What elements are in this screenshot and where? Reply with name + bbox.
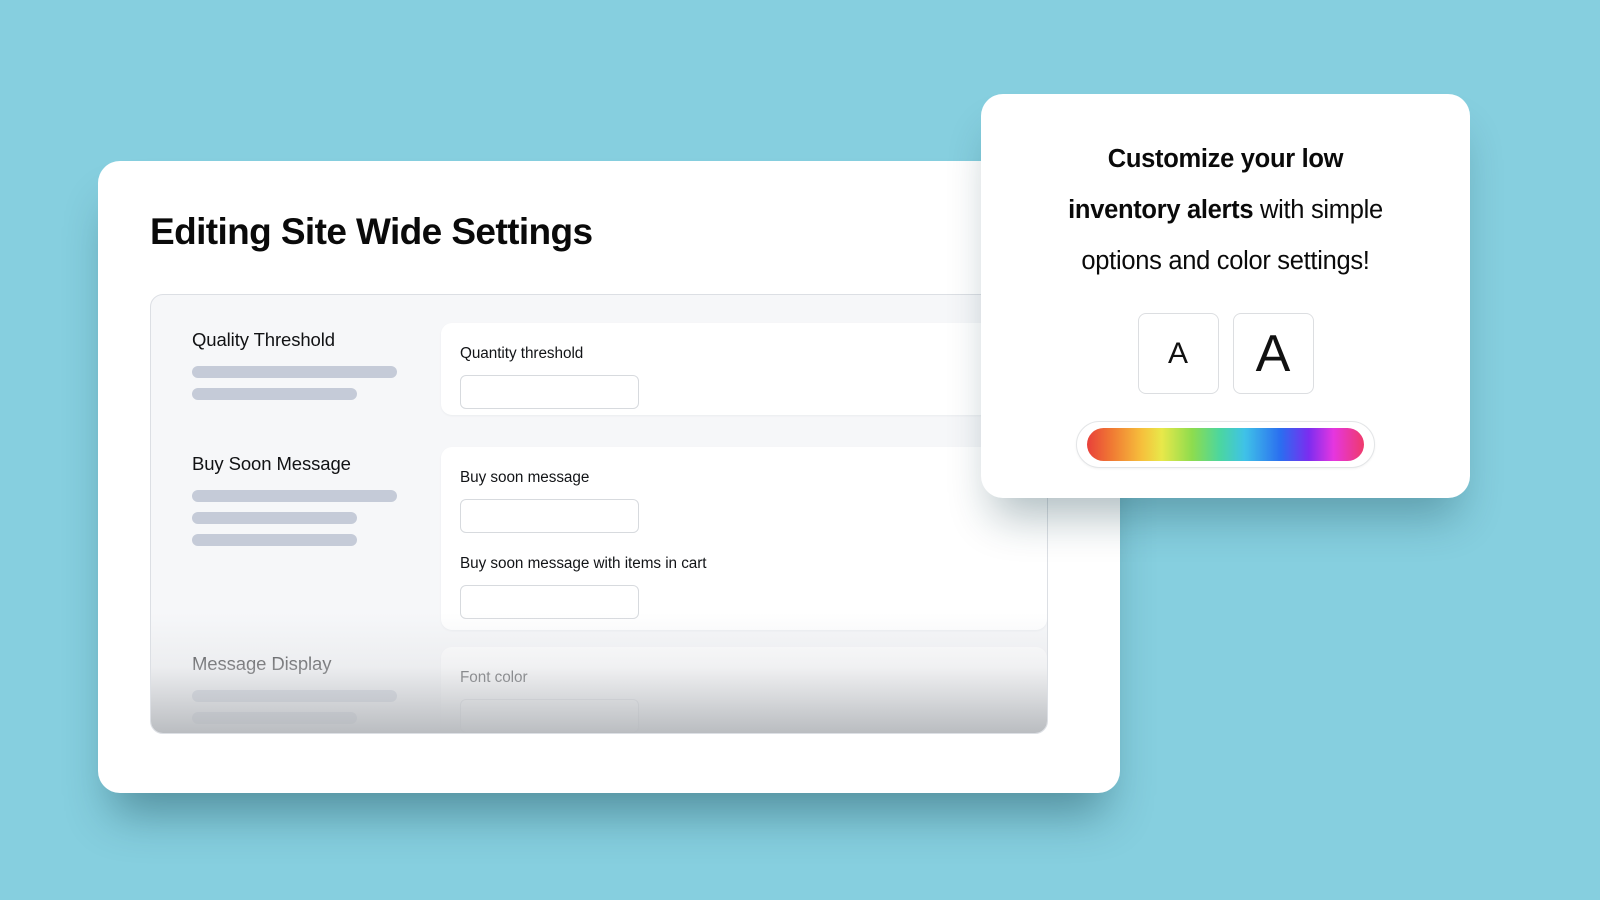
section-label-col: Message Display	[151, 647, 441, 733]
section-label-quality-threshold: Quality Threshold	[192, 329, 335, 350]
callout-heading-line1: Customize your low	[1107, 145, 1344, 173]
skeleton-bar	[192, 712, 357, 724]
page-title: Editing Site Wide Settings	[150, 211, 593, 252]
skeleton-bar	[192, 366, 397, 378]
color-picker-slider[interactable]	[1076, 421, 1375, 468]
settings-window-card: Editing Site Wide Settings Quality Thres…	[98, 161, 1120, 900]
settings-row-message-display: Message Display Font color	[151, 647, 1047, 733]
section-label-message-display: Message Display	[192, 653, 332, 674]
buy-soon-message-with-items-in-cart-input[interactable]	[460, 585, 639, 619]
field-label-buy-soon-message: Buy soon message	[460, 469, 590, 486]
skeleton-bar	[192, 690, 397, 702]
section-label-col: Buy Soon Message	[151, 447, 441, 630]
skeleton-bar	[192, 388, 357, 400]
settings-panel: Quality Threshold Quantity threshold Buy…	[150, 294, 1048, 734]
rainbow-gradient-icon[interactable]	[1087, 428, 1364, 461]
fields-card-buy-soon-message: Buy soon message Buy soon message with i…	[441, 447, 1047, 630]
settings-row-quality-threshold: Quality Threshold Quantity threshold	[151, 323, 1047, 415]
fields-card-message-display: Font color	[441, 647, 1047, 733]
skeleton-bar	[192, 490, 397, 502]
field-label-buy-soon-message-with-items-in-cart: Buy soon message with items in cart	[460, 555, 707, 572]
font-color-input[interactable]	[460, 699, 639, 733]
field-label-font-color: Font color	[460, 669, 528, 686]
font-size-buttons-group: A A	[1021, 313, 1430, 394]
field-label-quantity-threshold: Quantity threshold	[460, 345, 584, 362]
fields-card-quality-threshold: Quantity threshold	[441, 323, 1047, 415]
buy-soon-message-input[interactable]	[460, 499, 639, 533]
settings-row-buy-soon-message: Buy Soon Message Buy soon message Buy so…	[151, 447, 1047, 630]
section-label-col: Quality Threshold	[151, 323, 441, 415]
font-size-large-button[interactable]: A	[1232, 313, 1314, 394]
callout-heading: Customize your low inventory alerts with…	[1021, 134, 1430, 287]
font-size-small-button[interactable]: A	[1137, 313, 1219, 394]
callout-heading-line2-rest: with simple	[1253, 196, 1383, 224]
callout-heading-bold: inventory alerts	[1068, 196, 1254, 224]
quantity-threshold-input[interactable]	[460, 375, 639, 409]
skeleton-bar	[192, 534, 357, 546]
section-label-buy-soon-message: Buy Soon Message	[192, 453, 351, 474]
callout-card: Customize your low inventory alerts with…	[981, 94, 1470, 498]
skeleton-bar	[192, 512, 357, 524]
callout-heading-line3: options and color settings!	[1081, 247, 1370, 275]
